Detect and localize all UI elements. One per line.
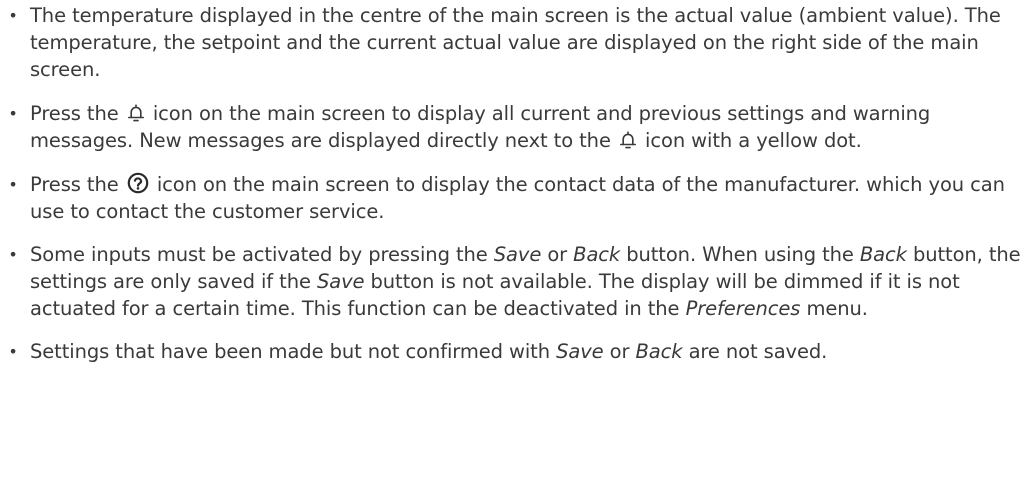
term-back: Back xyxy=(859,243,907,266)
term-back: Back xyxy=(573,243,621,266)
bullet-item-not-saved: • Settings that have been made but not c… xyxy=(6,338,1031,365)
bell-icon xyxy=(127,103,145,123)
bullet-text-part: menu. xyxy=(800,297,868,320)
bullet-text-part: Press the xyxy=(30,102,125,125)
bullet-item-help-contact: • Press the icon on the main screen to d… xyxy=(6,171,1031,225)
bullet-text-part: Some inputs must be activated by pressin… xyxy=(30,243,494,266)
bullet-dot: • xyxy=(8,104,18,123)
term-save: Save xyxy=(556,340,604,363)
bullet-text-part: icon with a yellow dot. xyxy=(638,129,862,152)
bell-icon xyxy=(619,130,637,150)
bullet-dot: • xyxy=(8,342,18,361)
bullet-text-part: Press the xyxy=(30,173,125,196)
term-back: Back xyxy=(635,340,683,363)
bullet-text-part: are not saved. xyxy=(682,340,828,363)
bullet-list: • The temperature displayed in the centr… xyxy=(6,2,1031,365)
bullet-text: The temperature displayed in the centre … xyxy=(30,4,1001,81)
term-save: Save xyxy=(316,270,365,293)
bullet-dot: • xyxy=(8,175,18,194)
bullet-item-save-back: • Some inputs must be activated by press… xyxy=(6,241,1031,322)
bullet-dot: • xyxy=(8,245,18,264)
question-circle-icon xyxy=(127,172,149,194)
bullet-dot: • xyxy=(8,6,18,25)
bullet-text-part: Settings that have been made but not con… xyxy=(30,340,557,363)
document-page: • The temperature displayed in the centr… xyxy=(0,2,1031,482)
bullet-text-part: icon on the main screen to display the c… xyxy=(30,173,1005,223)
bullet-item-actual-temperature: • The temperature displayed in the centr… xyxy=(6,2,1031,83)
term-save: Save xyxy=(493,243,542,266)
term-preferences: Preferences xyxy=(685,297,801,320)
bullet-text-part: or xyxy=(603,340,636,363)
bullet-text-part: button. When using the xyxy=(620,243,860,266)
bullet-text-part: or xyxy=(541,243,574,266)
bullet-item-bell-messages: • Press the icon on the main screen to d… xyxy=(6,100,1031,154)
